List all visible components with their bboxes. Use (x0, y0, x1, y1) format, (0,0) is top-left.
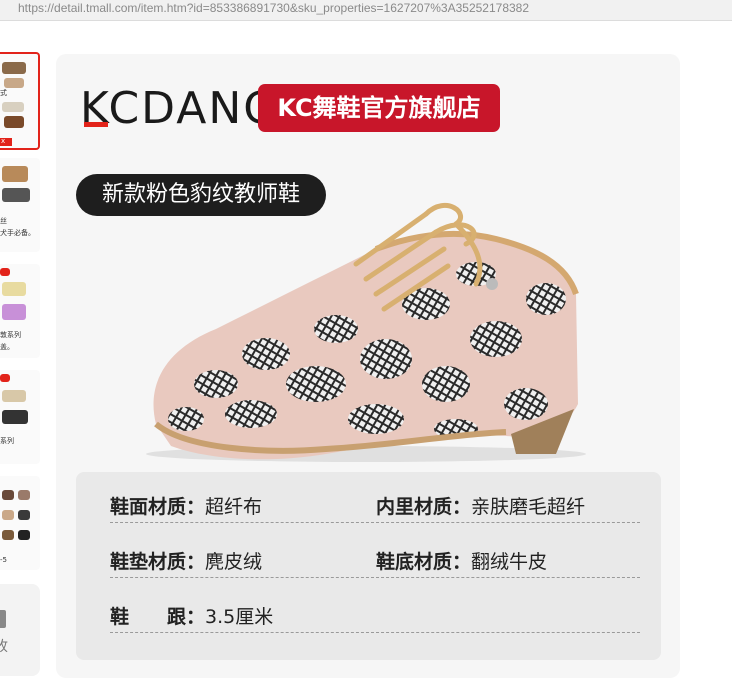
spec-value: 翻绒牛皮 (471, 551, 548, 573)
spec-key: 内里材质： (376, 496, 472, 518)
thumbnail-3[interactable]: 敦系列 盖。 (0, 264, 40, 358)
logo-accent-bar (84, 122, 108, 127)
spec-key: 鞋底材质： (376, 551, 472, 573)
shop-name-badge[interactable]: KC舞鞋官方旗舰店 (258, 84, 500, 132)
spec-row: 鞋面材质：超纤布 内里材质：亲肤磨毛超纤 (110, 492, 640, 523)
thumbnail-2[interactable]: 丝 犬手必备。 (0, 158, 40, 252)
spec-row: 鞋垫材质：麂皮绒 鞋底材质：翻绒牛皮 (110, 547, 640, 578)
thumbnail-4[interactable]: 系列 (0, 370, 40, 464)
collapse-icon (0, 610, 6, 628)
spec-key: 鞋 跟： (110, 606, 206, 628)
collapse-thumbnails-button[interactable]: 收 (0, 584, 40, 676)
thumbnail-5[interactable]: -5 (0, 476, 40, 570)
spec-key: 鞋垫材质： (110, 551, 206, 573)
spec-row: 鞋 跟：3.5厘米 (110, 602, 640, 633)
thumbnail-1[interactable]: 式 x (0, 52, 40, 150)
spec-table: 鞋面材质：超纤布 内里材质：亲肤磨毛超纤 鞋垫材质：麂皮绒 鞋底材质：翻绒牛皮 … (76, 472, 661, 660)
address-bar[interactable]: https://detail.tmall.com/item.htm?id=853… (0, 0, 732, 21)
spec-value: 麂皮绒 (205, 551, 263, 573)
product-title-badge: 新款粉色豹纹教师鞋 (76, 174, 326, 216)
spec-value: 3.5厘米 (205, 606, 274, 628)
spec-key: 鞋面材质： (110, 496, 206, 518)
spec-value: 亲肤磨毛超纤 (471, 496, 586, 518)
spec-value: 超纤布 (205, 496, 263, 518)
url-text[interactable]: https://detail.tmall.com/item.htm?id=853… (18, 1, 529, 15)
product-image-panel: KCDANCE KC舞鞋官方旗舰店 新款粉色豹纹教师鞋 鞋面材质：超纤布 内里材… (56, 54, 680, 678)
